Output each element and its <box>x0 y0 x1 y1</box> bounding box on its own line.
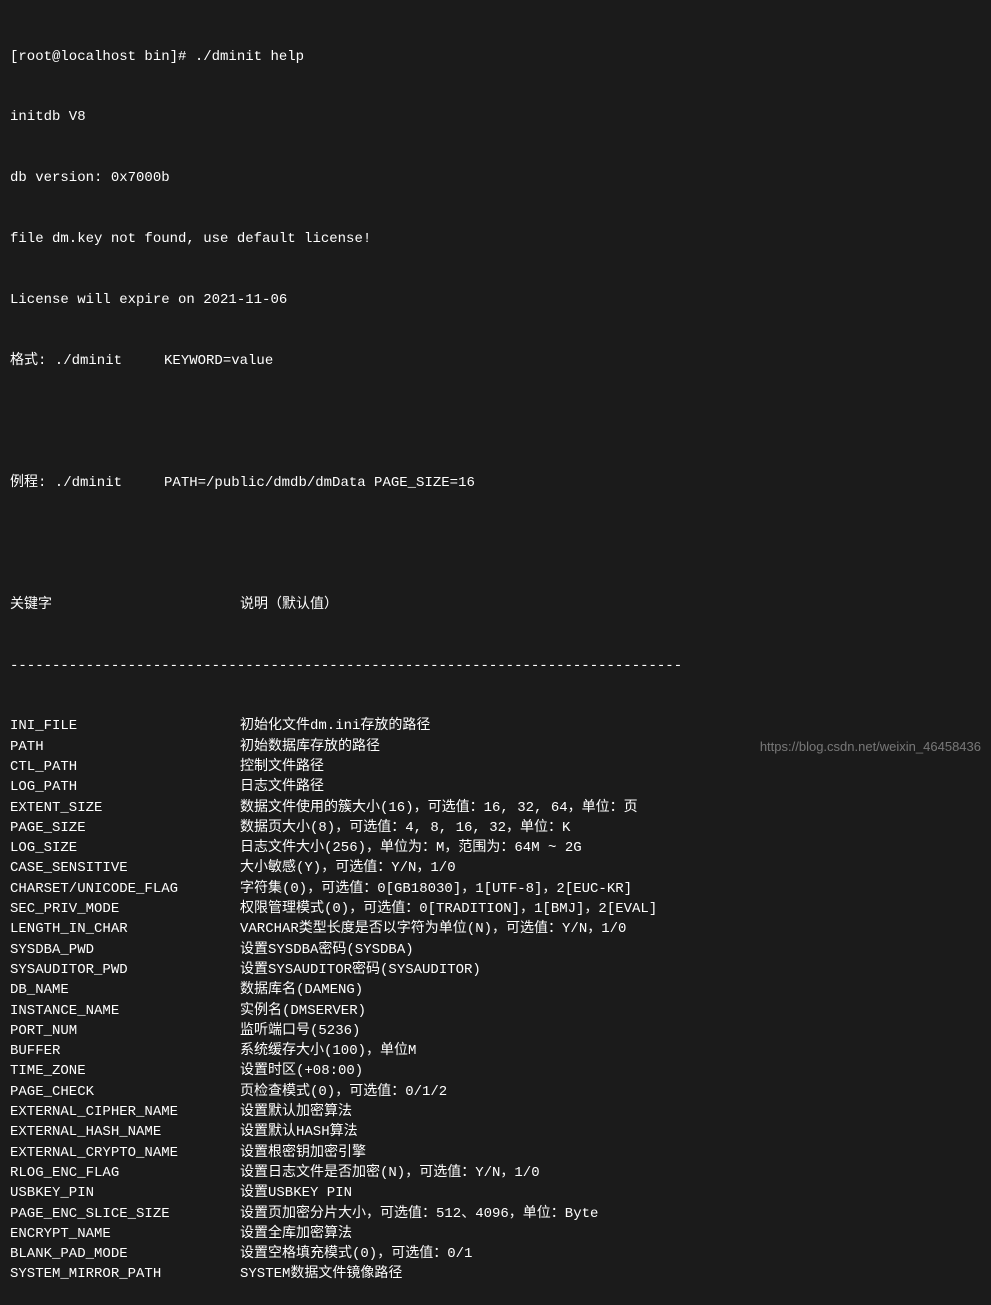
param-keyword: EXTERNAL_HASH_NAME <box>10 1122 240 1142</box>
param-description: 设置SYSAUDITOR密码(SYSAUDITOR) <box>240 960 481 980</box>
param-keyword: CHARSET/UNICODE_FLAG <box>10 879 240 899</box>
param-description: 设置USBKEY PIN <box>240 1183 352 1203</box>
param-description: 实例名(DMSERVER) <box>240 1001 366 1021</box>
param-keyword: LOG_PATH <box>10 777 240 797</box>
param-description: 设置日志文件是否加密(N)，可选值：Y/N，1/0 <box>240 1163 540 1183</box>
param-keyword: INSTANCE_NAME <box>10 1001 240 1021</box>
param-description: 设置默认加密算法 <box>240 1102 352 1122</box>
param-description: 初始数据库存放的路径 <box>240 737 380 757</box>
blank-line <box>10 534 981 554</box>
watermark: https://blog.csdn.net/weixin_46458436 <box>760 738 981 757</box>
param-row: LOG_PATH日志文件路径 <box>10 777 981 797</box>
param-description: 字符集(0)，可选值：0[GB18030]，1[UTF-8]，2[EUC-KR] <box>240 879 632 899</box>
column-desc-header: 说明（默认值） <box>240 595 338 615</box>
param-description: 日志文件路径 <box>240 777 324 797</box>
param-row: DB_NAME数据库名(DAMENG) <box>10 980 981 1000</box>
param-description: 监听端口号(5236) <box>240 1021 360 1041</box>
param-row: TIME_ZONE设置时区(+08:00) <box>10 1061 981 1081</box>
param-keyword: INI_FILE <box>10 716 240 736</box>
param-keyword: CTL_PATH <box>10 757 240 777</box>
param-description: 设置根密钥加密引擎 <box>240 1143 366 1163</box>
param-description: VARCHAR类型长度是否以字符为单位(N)，可选值：Y/N，1/0 <box>240 919 626 939</box>
separator-line: ----------------------------------------… <box>10 656 981 676</box>
param-row: RLOG_ENC_FLAG设置日志文件是否加密(N)，可选值：Y/N，1/0 <box>10 1163 981 1183</box>
param-description: 数据库名(DAMENG) <box>240 980 363 1000</box>
param-row: INSTANCE_NAME实例名(DMSERVER) <box>10 1001 981 1021</box>
param-keyword: BLANK_PAD_MODE <box>10 1244 240 1264</box>
param-description: 设置时区(+08:00) <box>240 1061 363 1081</box>
param-row: PAGE_SIZE数据页大小(8)，可选值：4, 8, 16, 32，单位：K <box>10 818 981 838</box>
column-header: 关键字 说明（默认值） <box>10 595 981 615</box>
param-row: EXTERNAL_CIPHER_NAME设置默认加密算法 <box>10 1102 981 1122</box>
param-row: PAGE_ENC_SLICE_SIZE设置页加密分片大小，可选值：512、409… <box>10 1204 981 1224</box>
example-line: 例程: ./dminit PATH=/public/dmdb/dmData PA… <box>10 473 981 493</box>
param-description: 设置页加密分片大小，可选值：512、4096，单位：Byte <box>240 1204 598 1224</box>
param-row: EXTERNAL_HASH_NAME设置默认HASH算法 <box>10 1122 981 1142</box>
param-keyword: EXTENT_SIZE <box>10 798 240 818</box>
param-description: 设置全库加密算法 <box>240 1224 352 1244</box>
param-description: 初始化文件dm.ini存放的路径 <box>240 716 430 736</box>
param-row: CTL_PATH控制文件路径 <box>10 757 981 777</box>
param-description: 设置SYSDBA密码(SYSDBA) <box>240 940 414 960</box>
param-keyword: LENGTH_IN_CHAR <box>10 919 240 939</box>
blank-line <box>10 412 981 432</box>
param-description: 数据页大小(8)，可选值：4, 8, 16, 32，单位：K <box>240 818 570 838</box>
param-keyword: BUFFER <box>10 1041 240 1061</box>
param-keyword: SEC_PRIV_MODE <box>10 899 240 919</box>
param-keyword: ENCRYPT_NAME <box>10 1224 240 1244</box>
param-description: SYSTEM数据文件镜像路径 <box>240 1264 402 1284</box>
param-keyword: TIME_ZONE <box>10 1061 240 1081</box>
param-description: 控制文件路径 <box>240 757 324 777</box>
output-line: db version: 0x7000b <box>10 168 981 188</box>
param-row: EXTENT_SIZE数据文件使用的簇大小(16)，可选值：16, 32, 64… <box>10 798 981 818</box>
param-description: 设置默认HASH算法 <box>240 1122 358 1142</box>
param-keyword: PAGE_SIZE <box>10 818 240 838</box>
param-row: PORT_NUM监听端口号(5236) <box>10 1021 981 1041</box>
param-description: 日志文件大小(256)，单位为：M，范围为：64M ~ 2G <box>240 838 582 858</box>
param-description: 大小敏感(Y)，可选值：Y/N，1/0 <box>240 858 456 878</box>
param-row: LOG_SIZE日志文件大小(256)，单位为：M，范围为：64M ~ 2G <box>10 838 981 858</box>
terminal-output: [root@localhost bin]# ./dminit help init… <box>10 6 981 1305</box>
param-keyword: SYSTEM_MIRROR_PATH <box>10 1264 240 1284</box>
param-keyword: DB_NAME <box>10 980 240 1000</box>
parameters-list: INI_FILE初始化文件dm.ini存放的路径PATH初始数据库存放的路径CT… <box>10 716 981 1284</box>
param-description: 设置空格填充模式(0)，可选值：0/1 <box>240 1244 472 1264</box>
output-line: initdb V8 <box>10 107 981 127</box>
output-line: 格式: ./dminit KEYWORD=value <box>10 351 981 371</box>
param-description: 页检查模式(0)，可选值：0/1/2 <box>240 1082 447 1102</box>
param-description: 数据文件使用的簇大小(16)，可选值：16, 32, 64，单位：页 <box>240 798 638 818</box>
param-row: LENGTH_IN_CHARVARCHAR类型长度是否以字符为单位(N)，可选值… <box>10 919 981 939</box>
param-keyword: CASE_SENSITIVE <box>10 858 240 878</box>
param-row: ENCRYPT_NAME设置全库加密算法 <box>10 1224 981 1244</box>
param-keyword: PAGE_CHECK <box>10 1082 240 1102</box>
param-row: BLANK_PAD_MODE设置空格填充模式(0)，可选值：0/1 <box>10 1244 981 1264</box>
param-keyword: SYSAUDITOR_PWD <box>10 960 240 980</box>
param-row: PAGE_CHECK页检查模式(0)，可选值：0/1/2 <box>10 1082 981 1102</box>
param-row: CHARSET/UNICODE_FLAG字符集(0)，可选值：0[GB18030… <box>10 879 981 899</box>
output-line: License will expire on 2021-11-06 <box>10 290 981 310</box>
param-keyword: PORT_NUM <box>10 1021 240 1041</box>
param-keyword: EXTERNAL_CRYPTO_NAME <box>10 1143 240 1163</box>
column-keyword-header: 关键字 <box>10 595 240 615</box>
param-keyword: PATH <box>10 737 240 757</box>
param-keyword: SYSDBA_PWD <box>10 940 240 960</box>
param-row: SEC_PRIV_MODE权限管理模式(0)，可选值：0[TRADITION]，… <box>10 899 981 919</box>
param-keyword: EXTERNAL_CIPHER_NAME <box>10 1102 240 1122</box>
param-row: USBKEY_PIN设置USBKEY PIN <box>10 1183 981 1203</box>
output-line: file dm.key not found, use default licen… <box>10 229 981 249</box>
param-description: 权限管理模式(0)，可选值：0[TRADITION]，1[BMJ]，2[EVAL… <box>240 899 657 919</box>
param-row: BUFFER系统缓存大小(100)，单位M <box>10 1041 981 1061</box>
param-keyword: LOG_SIZE <box>10 838 240 858</box>
prompt-line: [root@localhost bin]# ./dminit help <box>10 47 981 67</box>
param-keyword: USBKEY_PIN <box>10 1183 240 1203</box>
param-row: SYSTEM_MIRROR_PATHSYSTEM数据文件镜像路径 <box>10 1264 981 1284</box>
param-row: SYSDBA_PWD设置SYSDBA密码(SYSDBA) <box>10 940 981 960</box>
param-row: SYSAUDITOR_PWD设置SYSAUDITOR密码(SYSAUDITOR) <box>10 960 981 980</box>
param-row: CASE_SENSITIVE大小敏感(Y)，可选值：Y/N，1/0 <box>10 858 981 878</box>
param-keyword: PAGE_ENC_SLICE_SIZE <box>10 1204 240 1224</box>
param-keyword: RLOG_ENC_FLAG <box>10 1163 240 1183</box>
param-row: INI_FILE初始化文件dm.ini存放的路径 <box>10 716 981 736</box>
param-description: 系统缓存大小(100)，单位M <box>240 1041 416 1061</box>
param-row: EXTERNAL_CRYPTO_NAME设置根密钥加密引擎 <box>10 1143 981 1163</box>
